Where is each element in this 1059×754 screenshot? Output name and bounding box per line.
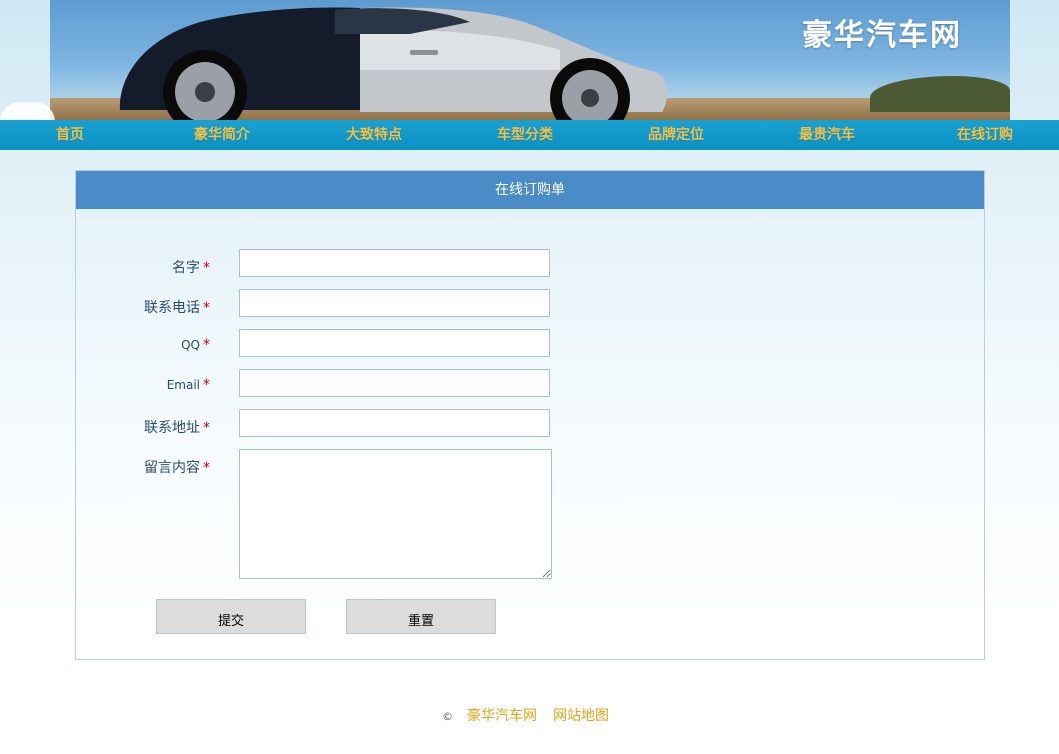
main-nav: 首页 豪华简介 大致特点 车型分类 品牌定位 最贵汽车 在线订购 bbox=[0, 120, 1059, 150]
nav-item-brand-positioning[interactable]: 品牌定位 bbox=[648, 120, 704, 150]
required-mark: * bbox=[203, 337, 210, 353]
banner-trees bbox=[870, 76, 1010, 112]
name-input[interactable] bbox=[239, 249, 550, 277]
message-textarea[interactable] bbox=[239, 449, 552, 579]
message-label-text: 留言内容 bbox=[144, 460, 200, 476]
required-mark: * bbox=[203, 300, 210, 316]
email-input[interactable] bbox=[239, 369, 550, 397]
address-label-text: 联系地址 bbox=[144, 420, 200, 436]
phone-input[interactable] bbox=[239, 289, 550, 317]
address-label: 联系地址 * bbox=[76, 417, 210, 437]
required-mark: * bbox=[203, 377, 210, 393]
phone-label-text: 联系电话 bbox=[144, 300, 200, 316]
nav-item-online-order[interactable]: 在线订购 bbox=[957, 120, 1013, 150]
footer: © 豪华汽车网 网站地图 bbox=[0, 705, 1059, 725]
site-logo: 豪华汽车网 bbox=[802, 18, 962, 53]
car-image bbox=[119, 7, 668, 120]
header-banner: 豪华汽车网 bbox=[50, 0, 1010, 120]
qq-label-text: QQ bbox=[181, 338, 200, 352]
required-mark: * bbox=[203, 420, 210, 436]
name-label-text: 名字 bbox=[172, 260, 200, 276]
address-input[interactable] bbox=[239, 409, 550, 437]
message-label: 留言内容 * bbox=[76, 457, 210, 477]
nav-item-home[interactable]: 首页 bbox=[56, 120, 84, 150]
nav-item-luxury-intro[interactable]: 豪华简介 bbox=[194, 120, 250, 150]
nav-item-car-types[interactable]: 车型分类 bbox=[497, 120, 553, 150]
nav-item-most-expensive[interactable]: 最贵汽车 bbox=[799, 120, 855, 150]
order-form-panel: 在线订购单 名字 * 联系电话 * QQ * Email * 联系地址 * 留言内容 * 提… bbox=[75, 170, 985, 660]
email-label: Email * bbox=[76, 377, 210, 393]
form-title: 在线订购单 bbox=[76, 171, 984, 209]
reset-button[interactable]: 重置 bbox=[346, 599, 496, 634]
qq-input[interactable] bbox=[239, 329, 550, 357]
email-label-text: Email bbox=[166, 378, 200, 392]
copyright-symbol: © bbox=[442, 710, 453, 723]
required-mark: * bbox=[203, 260, 210, 276]
phone-label: 联系电话 * bbox=[76, 297, 210, 317]
submit-button[interactable]: 提交 bbox=[156, 599, 306, 634]
footer-link-sitemap[interactable]: 网站地图 bbox=[553, 708, 609, 724]
name-label: 名字 * bbox=[76, 257, 210, 277]
footer-link-home[interactable]: 豪华汽车网 bbox=[467, 708, 537, 724]
qq-label: QQ * bbox=[76, 337, 210, 353]
required-mark: * bbox=[203, 460, 210, 476]
nav-item-features[interactable]: 大致特点 bbox=[346, 120, 402, 150]
